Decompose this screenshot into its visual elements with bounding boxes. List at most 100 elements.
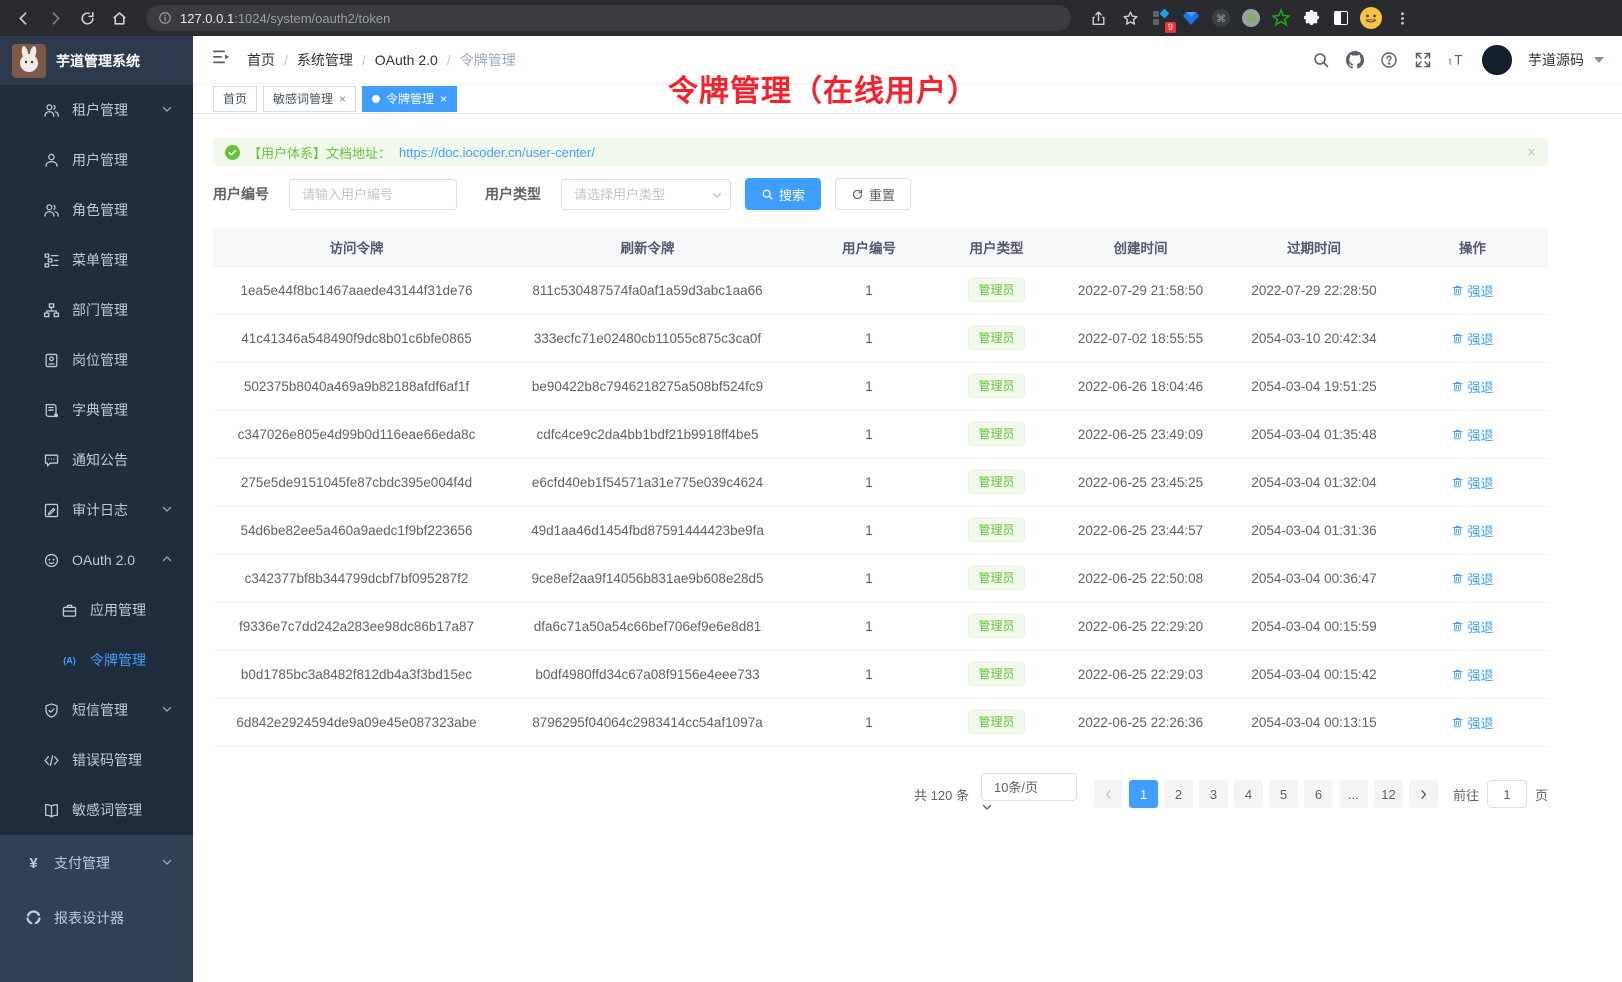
next-page-button[interactable]	[1409, 780, 1438, 808]
trash-icon	[1451, 716, 1464, 729]
page-button[interactable]: 2	[1164, 780, 1193, 808]
page-button[interactable]: 6	[1304, 780, 1333, 808]
sidebar-item[interactable]: 角色管理	[0, 185, 193, 235]
sidebar-item[interactable]: 岗位管理	[0, 335, 193, 385]
breadcrumb-item[interactable]: OAuth 2.0	[375, 52, 438, 68]
force-logout-button[interactable]: 强退	[1451, 329, 1493, 348]
sidebar-item[interactable]: 审计日志	[0, 485, 193, 535]
sidebar-item[interactable]: 字典管理	[0, 385, 193, 435]
sidebar-item[interactable]: 用户管理	[0, 135, 193, 185]
reset-button[interactable]: 重置	[835, 178, 911, 210]
tag-close-icon[interactable]: ×	[339, 92, 346, 106]
user-type-badge: 管理员	[968, 614, 1024, 638]
sidebar-item[interactable]: ¥支付管理	[0, 835, 193, 890]
alert-close-icon[interactable]: ×	[1527, 144, 1536, 161]
expire-time-cell: 2054-03-04 19:51:25	[1231, 362, 1397, 410]
table-row: 6d842e2924594de9a09e45e087323abe8796295f…	[213, 698, 1548, 746]
page-ellipsis[interactable]: ...	[1339, 780, 1368, 808]
font-size-icon[interactable]: tT	[1448, 51, 1466, 69]
reader-extension-icon[interactable]	[1329, 6, 1353, 30]
expire-time-cell: 2054-03-10 20:42:34	[1231, 314, 1397, 362]
sidebar-item[interactable]: 租户管理	[0, 85, 193, 135]
sidebar-item[interactable]: (A)令牌管理	[0, 635, 193, 685]
force-logout-button[interactable]: 强退	[1451, 713, 1493, 732]
doc-link[interactable]: https://doc.iocoder.cn/user-center/	[399, 145, 595, 160]
puzzle-extension-icon[interactable]	[1299, 6, 1323, 30]
page-button[interactable]: 1	[1129, 780, 1158, 808]
sidebar-item[interactable]: 通知公告	[0, 435, 193, 485]
sidebar-item[interactable]: 错误码管理	[0, 735, 193, 785]
help-icon[interactable]	[1380, 51, 1398, 69]
goto-page-input[interactable]	[1487, 780, 1527, 808]
search-icon[interactable]	[1312, 51, 1330, 69]
forward-icon[interactable]	[42, 5, 68, 31]
page-button[interactable]: 3	[1199, 780, 1228, 808]
hamburger-icon[interactable]	[211, 47, 231, 72]
chevron-up-icon	[161, 552, 173, 568]
tab-tag[interactable]: 敏感词管理 ×	[263, 86, 356, 112]
force-logout-button[interactable]: 强退	[1451, 473, 1493, 492]
column-header: 访问令牌	[213, 228, 500, 266]
profile-avatar[interactable]	[1359, 6, 1383, 30]
breadcrumb-item[interactable]: 系统管理	[297, 50, 353, 70]
url-bar[interactable]: 127.0.0.1:1024/system/oauth2/token	[146, 5, 1071, 31]
site-info-icon[interactable]	[158, 11, 172, 25]
breadcrumb-item[interactable]: 首页	[247, 50, 275, 70]
page-button[interactable]: 12	[1374, 780, 1403, 808]
tag-label: 敏感词管理	[273, 90, 333, 107]
user-id-cell: 1	[795, 266, 943, 314]
sidebar-item[interactable]: 短信管理	[0, 685, 193, 735]
page-button[interactable]: 4	[1234, 780, 1263, 808]
github-icon[interactable]	[1346, 51, 1364, 69]
page-size-value[interactable]	[981, 773, 1077, 801]
sidebar-item[interactable]: 菜单管理	[0, 235, 193, 285]
sidebar-item[interactable]: 部门管理	[0, 285, 193, 335]
access-token-cell: c342377bf8b344799dcbf7bf095287f2	[213, 554, 500, 602]
sidebar-item[interactable]: 敏感词管理	[0, 785, 193, 835]
command-extension-icon[interactable]: ⌘	[1209, 6, 1233, 30]
record-extension-icon[interactable]	[1239, 6, 1263, 30]
app-logo[interactable]: 芋道管理系统	[0, 36, 193, 85]
tab-tag[interactable]: 令牌管理×	[362, 86, 457, 112]
force-logout-button[interactable]: 强退	[1451, 281, 1493, 300]
force-logout-button[interactable]: 强退	[1451, 569, 1493, 588]
sidebar-item[interactable]: 应用管理	[0, 585, 193, 635]
browser-menu-icon[interactable]	[1389, 5, 1415, 31]
expire-time-cell: 2054-03-04 00:15:42	[1231, 650, 1397, 698]
force-logout-button[interactable]: 强退	[1451, 377, 1493, 396]
fullscreen-icon[interactable]	[1414, 51, 1432, 69]
sidebar-item[interactable]: 报表设计器	[0, 890, 193, 945]
page-button[interactable]: 5	[1269, 780, 1298, 808]
share-icon[interactable]	[1085, 5, 1111, 31]
prev-page-button[interactable]	[1094, 780, 1123, 808]
force-logout-button[interactable]: 强退	[1451, 665, 1493, 684]
user-type-select[interactable]	[561, 179, 731, 210]
back-icon[interactable]	[10, 5, 36, 31]
force-logout-button[interactable]: 强退	[1451, 425, 1493, 444]
force-logout-button[interactable]: 强退	[1451, 617, 1493, 636]
page-size-select[interactable]	[981, 773, 1077, 816]
user-type-badge: 管理员	[968, 662, 1024, 686]
user-caret-icon[interactable]	[1594, 57, 1604, 63]
user-id-input[interactable]	[289, 179, 457, 210]
user-type-select-input[interactable]	[561, 179, 731, 210]
home-icon[interactable]	[106, 5, 132, 31]
search-button[interactable]: 搜索	[745, 178, 821, 210]
sidebar-item[interactable]: OAuth 2.0	[0, 535, 193, 585]
extension-tiles-icon[interactable]: 9	[1149, 6, 1173, 30]
expire-time-cell: 2054-03-04 01:32:04	[1231, 458, 1397, 506]
user-avatar[interactable]	[1482, 45, 1512, 75]
sidebar-item-label: 支付管理	[54, 853, 110, 873]
reload-icon[interactable]	[74, 5, 100, 31]
access-token-cell: 502375b8040a469a9b82188afdf6af1f	[213, 362, 500, 410]
green-star-extension-icon[interactable]	[1269, 6, 1293, 30]
role-icon	[42, 201, 60, 219]
bookmark-star-icon[interactable]	[1117, 5, 1143, 31]
gem-extension-icon[interactable]	[1179, 6, 1203, 30]
dict-icon	[42, 401, 60, 419]
tab-tag[interactable]: 首页	[213, 86, 257, 112]
sidebar-item-label: 敏感词管理	[72, 800, 142, 820]
tag-close-icon[interactable]: ×	[440, 92, 447, 106]
force-logout-button[interactable]: 强退	[1451, 521, 1493, 540]
username[interactable]: 芋道源码	[1528, 50, 1584, 70]
